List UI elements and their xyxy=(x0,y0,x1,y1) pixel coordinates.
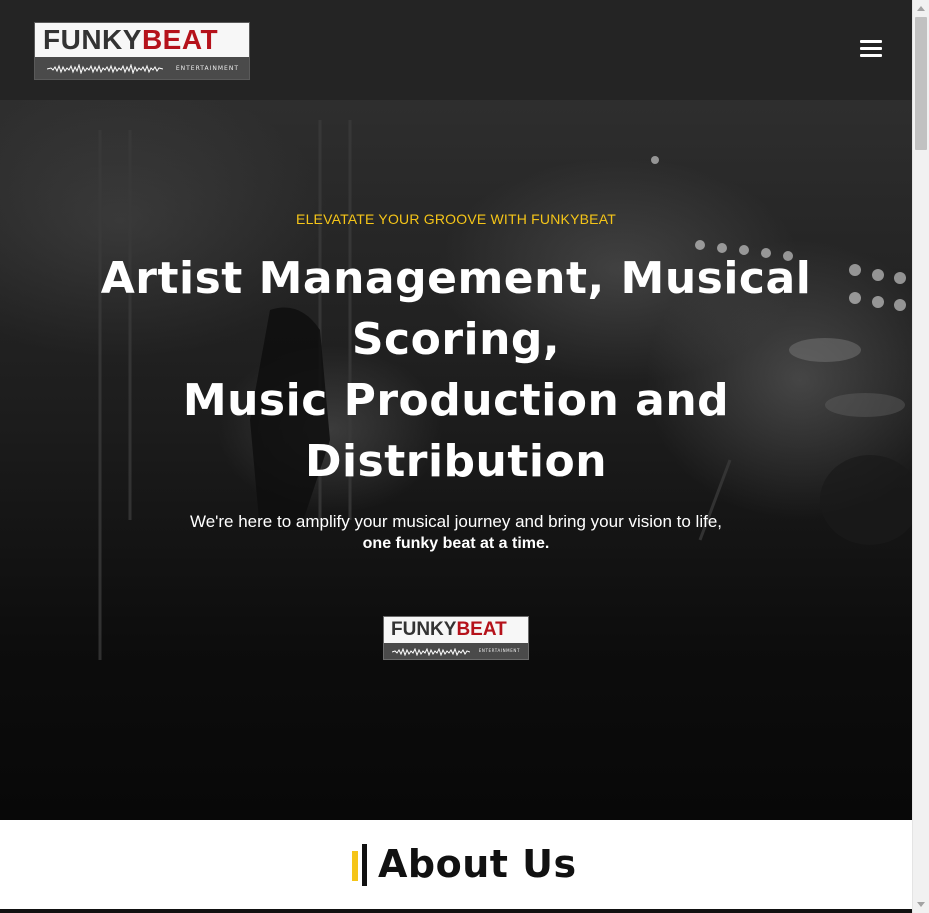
scroll-up-arrow-icon[interactable] xyxy=(917,6,925,11)
hero-subtext-regular: We're here to amplify your musical journ… xyxy=(189,512,723,531)
hero-logo-word-beat: BEAT xyxy=(456,619,507,640)
site-header: FUNKYBEAT ENTERTAINMENT xyxy=(0,0,912,100)
hero-logo-subtitle: ENTERTAINMENT xyxy=(478,648,520,653)
headline-line-2: Music Production and Distribution xyxy=(182,375,730,487)
scrollbar-thumb[interactable] xyxy=(915,17,927,150)
scroll-down-arrow-icon[interactable] xyxy=(917,902,925,907)
about-section: About Us xyxy=(0,820,912,913)
hero-tagline: ELEVATATE YOUR GROOVE WITH FUNKYBEAT xyxy=(296,211,616,227)
logo-word-beat: BEAT xyxy=(141,24,219,55)
hero-subtext-bold: one funky beat at a time. xyxy=(362,535,550,552)
hero-section: ELEVATATE YOUR GROOVE WITH FUNKYBEAT Art… xyxy=(0,100,912,820)
hamburger-menu-icon[interactable] xyxy=(860,40,882,58)
logo-wordmark: FUNKYBEAT xyxy=(35,23,249,57)
accent-bar-black xyxy=(362,844,367,886)
logo-subtitle: ENTERTAINMENT xyxy=(175,65,239,72)
hero-logo-wordmark: FUNKYBEAT xyxy=(384,617,528,643)
hero-headline: Artist Management, Musical Scoring, Musi… xyxy=(60,248,852,492)
hero-logo: FUNKYBEAT ENTERTAINMENT xyxy=(383,616,529,660)
section-divider xyxy=(0,909,912,913)
headline-line-1: Artist Management, Musical Scoring, xyxy=(100,253,812,365)
header-logo[interactable]: FUNKYBEAT ENTERTAINMENT xyxy=(34,22,250,80)
logo-word-funky: FUNKY xyxy=(43,24,142,55)
about-title: About Us xyxy=(378,842,577,886)
accent-bar-yellow xyxy=(352,851,358,881)
hero-logo-word-funky: FUNKY xyxy=(391,619,457,640)
sound-wave-icon xyxy=(392,648,470,656)
sound-wave-icon xyxy=(47,64,163,74)
hero-subtext: We're here to amplify your musical journ… xyxy=(0,511,912,555)
vertical-scrollbar[interactable] xyxy=(912,0,929,913)
